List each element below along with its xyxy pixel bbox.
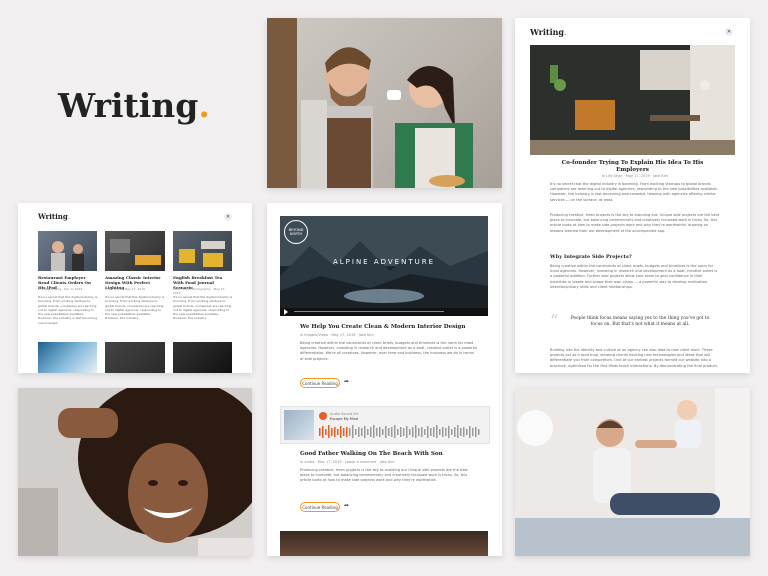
brand-dot: . bbox=[198, 86, 210, 125]
article-logo-text: Writing bbox=[530, 27, 565, 37]
close-icon[interactable]: ✕ bbox=[725, 28, 733, 36]
post-excerpt-2: It's no secret that the digital industry… bbox=[105, 295, 165, 321]
article-para-4: Building into the identity and culture o… bbox=[550, 348, 719, 368]
audio-waveform[interactable] bbox=[319, 423, 484, 439]
post-thumb-restaurant[interactable] bbox=[38, 231, 97, 271]
post-thumb-shop[interactable] bbox=[105, 342, 165, 373]
couple-illustration bbox=[267, 18, 473, 188]
blog-grid-logo[interactable]: Writing. bbox=[38, 212, 70, 221]
audio-play-icon[interactable] bbox=[319, 412, 327, 420]
blog-grid-logo-text: Writing bbox=[38, 212, 68, 221]
post-thumb-ocean[interactable] bbox=[38, 342, 97, 373]
post-thumb-dark[interactable] bbox=[173, 342, 232, 373]
video-post-excerpt: Being creative within the constraints of… bbox=[300, 341, 478, 361]
post-thumb-interior[interactable] bbox=[105, 231, 165, 271]
post-thumb-breakfast[interactable] bbox=[173, 231, 232, 271]
audio-post-excerpt: Producing creative, fresh projects is th… bbox=[300, 468, 468, 483]
article-hero-image bbox=[530, 45, 735, 155]
breakfast-thumb-art bbox=[179, 241, 225, 267]
continue-reading-button-2[interactable]: Continue Reading bbox=[300, 502, 340, 512]
video-play-icon[interactable] bbox=[284, 309, 288, 315]
father-child-illustration bbox=[515, 388, 750, 556]
share-icon[interactable]: ➦ bbox=[344, 502, 349, 509]
article-subheading: Why Integrate Side Projects? bbox=[550, 254, 632, 260]
video-badge: BEYOND NORTH bbox=[284, 220, 308, 244]
post-meta-3: In Art Style, Photography · May 17, 2019 bbox=[173, 287, 226, 295]
audio-player[interactable]: Audio Sound Art Escape My Mind bbox=[280, 406, 490, 444]
video-title: ALPINE ADVENTURE bbox=[332, 258, 436, 266]
article-para-1: It's no secret that the digital industry… bbox=[550, 182, 718, 202]
media-posts-card: BEYOND NORTH ALPINE ADVENTURE We Help Yo… bbox=[267, 203, 502, 556]
video-progress-bar[interactable] bbox=[294, 311, 444, 312]
mountain-video-frame bbox=[280, 216, 488, 316]
post-excerpt-3: It's no secret that the digital industry… bbox=[173, 295, 233, 321]
close-icon[interactable]: ✕ bbox=[224, 213, 232, 221]
photo-father-child bbox=[515, 388, 750, 556]
brand-logo: Writing. bbox=[58, 86, 210, 125]
article-logo[interactable]: Writing. bbox=[530, 27, 567, 37]
post-excerpt-1: It's no secret that the digital industry… bbox=[38, 295, 98, 325]
audio-artist: Audio Sound Art bbox=[330, 412, 359, 416]
article-quote: People think focus means saying yes to t… bbox=[570, 316, 710, 327]
video-post-title[interactable]: We Help You Create Clean & Modern Interi… bbox=[300, 324, 480, 330]
restaurant-thumb-art bbox=[51, 241, 84, 271]
audio-post-meta: In Audio · May 17, 2019 · Leave a commen… bbox=[300, 460, 395, 464]
brand-name: Writing bbox=[58, 86, 199, 125]
next-post-image[interactable] bbox=[280, 531, 488, 556]
article-card: Writing. ✕ Co-founder Trying To Explain … bbox=[515, 18, 750, 373]
photo-smiling-woman bbox=[18, 388, 252, 556]
video-player[interactable]: BEYOND NORTH ALPINE ADVENTURE bbox=[280, 216, 488, 316]
article-title[interactable]: Co-founder Trying To Explain His Idea To… bbox=[550, 160, 715, 174]
video-badge-text: BEYOND NORTH bbox=[288, 228, 304, 236]
article-para-2: Producing creative, fresh projects is th… bbox=[550, 213, 720, 233]
photo-couple-coffee bbox=[267, 18, 502, 188]
audio-cover bbox=[284, 410, 314, 440]
continue-reading-button-1[interactable]: Continue Reading bbox=[300, 378, 340, 388]
video-post-meta: In Images/Video · May 17, 2019 · Jake Ki… bbox=[300, 333, 374, 337]
woman-illustration bbox=[18, 388, 252, 556]
article-logo-dot: . bbox=[564, 27, 567, 37]
article-para-3: Being creative within the constraints of… bbox=[550, 264, 718, 289]
kitchen-illustration bbox=[530, 45, 735, 155]
article-meta: In Life Style · May 17, 2019 · Jake Kim bbox=[601, 174, 669, 178]
audio-track: Escape My Mind bbox=[330, 417, 359, 421]
share-icon[interactable]: ➦ bbox=[344, 378, 349, 385]
post-meta-2: In Art Style · May 17, 2019 bbox=[105, 287, 146, 291]
audio-post-title[interactable]: Good Father Walking On The Beach With So… bbox=[300, 451, 480, 457]
blog-grid-logo-dot: . bbox=[67, 212, 71, 221]
blog-grid-card: Writing. ✕ Restaurant Employer Read Clie… bbox=[18, 203, 252, 373]
quote-icon: “ bbox=[550, 311, 559, 330]
interior-thumb-art bbox=[110, 239, 161, 269]
post-meta-1: In Images, Blog · Dec 9, 2019 bbox=[38, 287, 83, 291]
